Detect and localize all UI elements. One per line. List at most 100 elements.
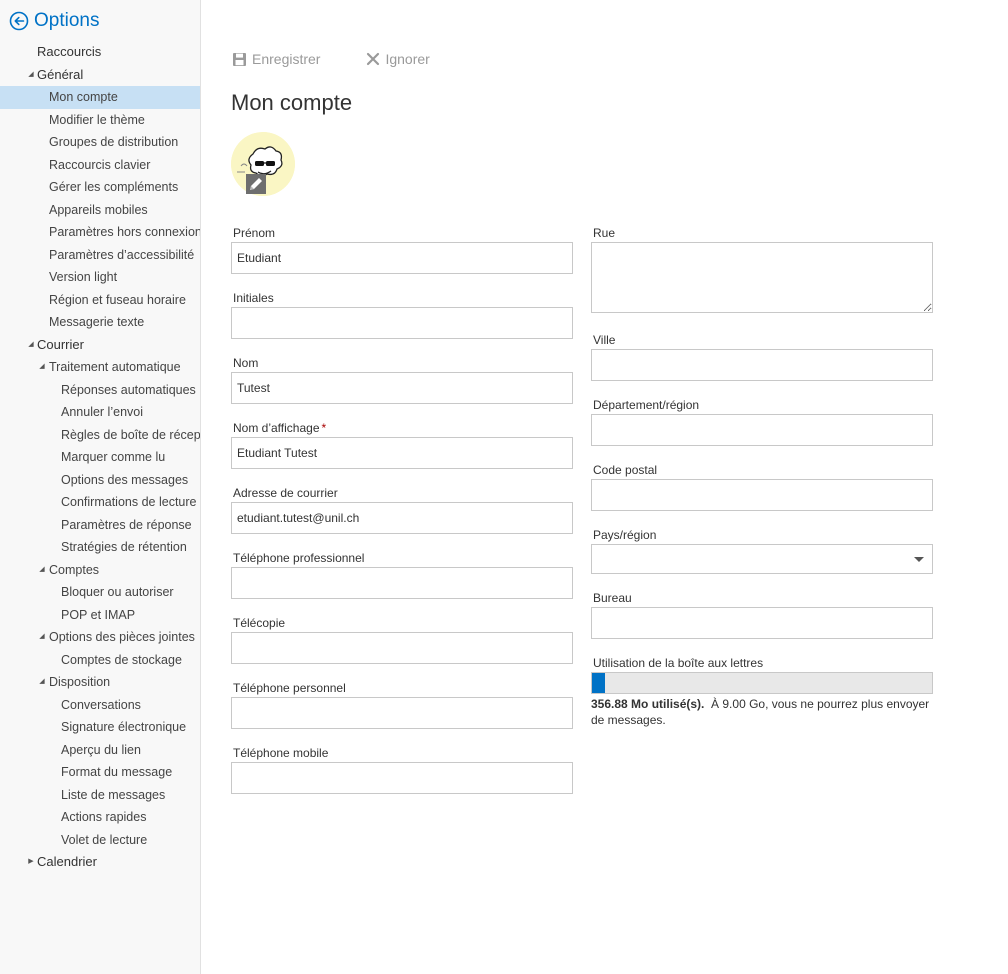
sidebar-item-label: Stratégies de rétention xyxy=(61,540,187,554)
sidebar-item-groupes-de-distribution[interactable]: Groupes de distribution xyxy=(0,131,200,154)
mailbox-usage-text: 356.88 Mo utilisé(s). À 9.00 Go, vous ne… xyxy=(591,696,936,728)
sidebar-item-modifier-le-theme[interactable]: Modifier le thème xyxy=(0,109,200,132)
sidebar-item-general[interactable]: ◢ Général xyxy=(0,64,200,87)
sidebar-item-label: Groupes de distribution xyxy=(49,135,179,149)
country-label: Pays/région xyxy=(593,528,657,542)
expand-triangle-icon[interactable]: ◢ xyxy=(26,334,36,357)
expand-triangle-icon[interactable]: ◢ xyxy=(37,356,47,379)
sidebar-item-label: Signature électronique xyxy=(61,720,187,734)
sidebar-item-apercu-du-lien[interactable]: Aperçu du lien xyxy=(0,739,200,762)
collapse-triangle-icon[interactable]: ▶ xyxy=(26,851,36,874)
fax-input[interactable] xyxy=(231,632,573,664)
sidebar-item-conversations[interactable]: Conversations xyxy=(0,694,200,717)
sidebar-item-calendrier[interactable]: ▶ Calendrier xyxy=(0,851,200,874)
page-title: Mon compte xyxy=(231,90,353,115)
display-name-label: Nom d’affichage xyxy=(233,421,320,435)
initials-input[interactable] xyxy=(231,307,573,339)
sidebar-item-label: Aperçu du lien xyxy=(61,742,141,757)
display-name-label-row: Nom d’affichage * xyxy=(233,421,326,435)
home-phone-input[interactable] xyxy=(231,697,573,729)
options-back-button[interactable]: Options xyxy=(9,10,99,32)
save-icon xyxy=(233,52,246,66)
save-button[interactable]: Enregistrer xyxy=(232,51,320,67)
pencil-icon[interactable] xyxy=(246,174,266,194)
sidebar-item-label: Paramètres de réponse xyxy=(61,517,192,532)
sidebar-item-label: Bloquer ou autoriser xyxy=(61,585,174,599)
sidebar-item-reponses-automatiques[interactable]: Réponses automatiques xyxy=(0,379,200,402)
city-input[interactable] xyxy=(591,349,933,381)
sidebar-item-raccourcis[interactable]: Raccourcis xyxy=(0,41,200,64)
sidebar-item-parametres-d-accessibilite[interactable]: Paramètres d’accessibilité xyxy=(0,244,200,267)
expand-triangle-icon[interactable]: ◢ xyxy=(37,626,47,649)
sidebar-item-options-des-messages[interactable]: Options des messages xyxy=(0,469,200,492)
state-label: Département/région xyxy=(593,398,700,412)
sidebar-item-label: POP et IMAP xyxy=(61,607,136,622)
first-name-input[interactable] xyxy=(231,242,573,274)
sidebar-item-label: Mon compte xyxy=(49,90,118,104)
sidebar-item-strategies-de-retention[interactable]: Stratégies de rétention xyxy=(0,536,200,559)
sidebar-item-annuler-l-envoi[interactable]: Annuler l’envoi xyxy=(0,401,200,424)
sidebar-item-format-du-message[interactable]: Format du message xyxy=(0,761,200,784)
office-label: Bureau xyxy=(593,591,632,605)
state-input[interactable] xyxy=(591,414,933,446)
work-phone-input[interactable] xyxy=(231,567,573,599)
sidebar-item-volet-de-lecture[interactable]: Volet de lecture xyxy=(0,829,200,852)
display-name-input[interactable] xyxy=(231,437,573,469)
expand-triangle-icon[interactable]: ◢ xyxy=(26,64,36,87)
country-select[interactable] xyxy=(591,544,933,574)
expand-triangle-icon[interactable]: ◢ xyxy=(37,671,47,694)
sidebar-item-signature-electronique[interactable]: Signature électronique xyxy=(0,716,200,739)
sidebar-item-label: Région et fuseau horaire xyxy=(49,292,186,307)
sidebar-item-marquer-comme-lu[interactable]: Marquer comme lu xyxy=(0,446,200,469)
sidebar-item-confirmations-de-lecture[interactable]: Confirmations de lecture xyxy=(0,491,200,514)
sidebar-item-liste-de-messages[interactable]: Liste de messages xyxy=(0,784,200,807)
last-name-input[interactable] xyxy=(231,372,573,404)
postal-code-label: Code postal xyxy=(593,463,658,477)
office-input[interactable] xyxy=(591,607,933,639)
mobile-phone-input[interactable] xyxy=(231,762,573,794)
email-label: Adresse de courrier xyxy=(233,486,338,500)
street-label: Rue xyxy=(593,226,616,240)
sidebar-item-comptes[interactable]: ◢ Comptes xyxy=(0,559,200,582)
sidebar-item-parametres-de-reponse[interactable]: Paramètres de réponse xyxy=(0,514,200,537)
sidebar-item-regles-de-boite-de-reception[interactable]: Règles de boîte de réception xyxy=(0,424,200,447)
sidebar-item-label: Format du message xyxy=(61,765,173,779)
sidebar-item-region-et-fuseau-horaire[interactable]: Région et fuseau horaire xyxy=(0,289,200,312)
sidebar-item-mon-compte[interactable]: Mon compte xyxy=(0,86,200,109)
postal-code-input[interactable] xyxy=(591,479,933,511)
sidebar-item-pop-et-imap[interactable]: POP et IMAP xyxy=(0,604,200,627)
mailbox-used: 356.88 Mo utilisé(s). xyxy=(591,697,705,711)
required-marker: * xyxy=(321,421,327,435)
sidebar-item-label: Traitement automatique xyxy=(49,360,181,374)
fax-label: Télécopie xyxy=(233,616,286,630)
sidebar-item-bloquer-ou-autoriser[interactable]: Bloquer ou autoriser xyxy=(0,581,200,604)
sidebar-item-raccourcis-clavier[interactable]: Raccourcis clavier xyxy=(0,154,200,177)
work-phone-label: Téléphone professionnel xyxy=(233,551,365,565)
toolbar: Enregistrer Ignorer xyxy=(232,51,430,67)
options-sidebar: Options Raccourcis ◢ Général Mon compte Modi… xyxy=(0,0,201,974)
sidebar-item-gerer-les-complements[interactable]: Gérer les compléments xyxy=(0,176,200,199)
sidebar-item-label: Marquer comme lu xyxy=(61,450,166,464)
email-field[interactable] xyxy=(231,502,573,534)
chevron-down-icon xyxy=(914,557,924,562)
street-input[interactable] xyxy=(591,242,933,313)
sidebar-item-actions-rapides[interactable]: Actions rapides xyxy=(0,806,200,829)
sidebar-item-appareils-mobiles[interactable]: Appareils mobiles xyxy=(0,199,200,222)
mailbox-usage-label: Utilisation de la boîte aux lettres xyxy=(593,656,764,670)
ignore-button[interactable]: Ignorer xyxy=(366,51,430,67)
sidebar-item-traitement-automatique[interactable]: ◢ Traitement automatique xyxy=(0,356,200,379)
sidebar-item-courrier[interactable]: ◢ Courrier xyxy=(0,334,200,357)
sidebar-item-parametres-hors-connexion[interactable]: Paramètres hors connexion xyxy=(0,221,200,244)
sidebar-item-version-light[interactable]: Version light xyxy=(0,266,200,289)
sidebar-item-label: Raccourcis clavier xyxy=(49,157,151,172)
sidebar-item-label: Réponses automatiques xyxy=(61,382,196,397)
sidebar-item-label: Options des pièces jointes xyxy=(49,630,195,644)
initials-label: Initiales xyxy=(233,291,274,305)
options-title: Options xyxy=(34,10,100,31)
sidebar-item-label: Comptes xyxy=(49,562,100,577)
sidebar-item-disposition[interactable]: ◢ Disposition xyxy=(0,671,200,694)
sidebar-item-comptes-de-stockage[interactable]: Comptes de stockage xyxy=(0,649,200,672)
sidebar-item-options-des-pieces-jointes[interactable]: ◢ Options des pièces jointes xyxy=(0,626,200,649)
sidebar-item-messagerie-texte[interactable]: Messagerie texte xyxy=(0,311,200,334)
expand-triangle-icon[interactable]: ◢ xyxy=(37,559,47,582)
